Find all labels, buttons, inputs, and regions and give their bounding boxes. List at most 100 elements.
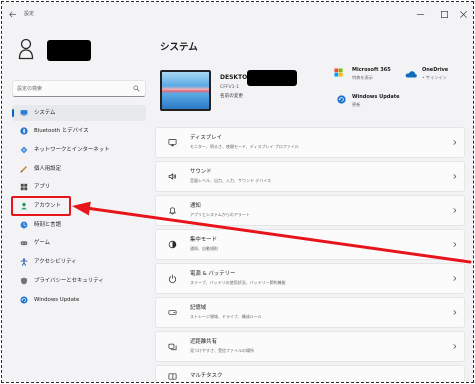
quick-link-onedrive[interactable]: OneDrive • サインイン [405,67,465,83]
close-icon[interactable] [459,10,468,19]
card-title: 電源 & バッテリー [190,271,236,277]
chevron-right-icon [453,140,457,145]
focus-icon [168,240,177,249]
sidebar-item-bluetooth[interactable]: Bluetooth とデバイス [12,123,146,139]
search-box[interactable] [12,80,146,97]
sidebar-item-apps[interactable]: アプリ [12,179,146,195]
card-subtitle: スリープ、バッテリの使用状況、バッテリー節約機能 [190,280,286,285]
sidebar-item-privacy[interactable]: プライバシーとセキュリティ [12,273,146,289]
user-avatar-icon[interactable] [18,38,34,60]
card-title: ディスプレイ [190,135,222,141]
device-model: CFFV1-1 [220,85,240,90]
settings-card-notifications[interactable]: 通知 アプリとシステムからのアラート [155,195,465,226]
page-title: システム [160,42,198,53]
settings-card-nearby-sharing[interactable]: 近距離共有 見つけやすさ、受信ファイルの場所 [155,331,465,362]
time-language-icon [20,221,28,229]
sidebar-item-label: プライバシーとセキュリティ [34,278,104,284]
back-arrow-icon[interactable] [8,10,17,19]
quick-link-subtitle: • サインイン [422,75,447,80]
card-subtitle: 通知、自動規則 [190,246,218,251]
accounts-icon [21,202,27,210]
redacted-user-name [47,40,91,61]
windows-update-icon [337,95,346,104]
window-title: 設定 [24,11,35,17]
onedrive-icon [405,71,417,78]
apps-icon [20,183,28,191]
sidebar-item-gaming[interactable]: ゲーム [12,235,146,251]
chevron-right-icon [453,310,457,315]
sidebar-item-label: ゲーム [34,240,51,246]
sidebar-item-label: システム [34,110,56,116]
card-subtitle: モニター、明るさ、夜間モード、ディスプレイ プロファイル [190,144,299,149]
sidebar-item-accounts[interactable]: アカウント [12,198,146,214]
search-input[interactable] [17,81,127,96]
title-bar: 設定 [2,2,473,26]
settings-card-multitasking[interactable]: マルチタスク [155,365,465,381]
sidebar-item-label: Bluetooth とデバイス [34,128,89,134]
sidebar-item-label: 時刻と言語 [34,222,61,228]
minimize-icon[interactable] [416,10,425,19]
card-title: サウンド [190,169,212,175]
desktop-wallpaper-thumbnail [160,70,211,111]
power-icon [168,274,177,283]
accessibility-icon [20,258,28,266]
chevron-right-icon [453,174,457,179]
quick-link-title: OneDrive [422,67,449,73]
quick-link-windows-update[interactable]: Windows Update 更新 [337,94,400,110]
sound-icon [168,173,176,180]
gaming-icon [20,241,28,246]
chevron-right-icon [453,242,457,247]
settings-card-power[interactable]: 電源 & バッテリー スリープ、バッテリの使用状況、バッテリー節約機能 [155,263,465,294]
sidebar-item-network[interactable]: ネットワークとインターネット [12,142,146,158]
quick-link-subtitle: 更新 [352,102,361,107]
settings-card-display[interactable]: ディスプレイ モニター、明るさ、夜間モード、ディスプレイ プロファイル [155,127,465,158]
quick-link-subtitle: 特典を表示 [352,75,373,80]
privacy-icon [20,277,28,285]
settings-screenshot: 設定 システム [0,0,475,384]
settings-card-sound[interactable]: サウンド 音量レベル、出力、入力、サウンド デバイス [155,161,465,192]
notifications-icon [169,207,176,215]
redacted-device-name [247,70,297,86]
sidebar: システム Bluetooth とデバイス ネットワークとインターネット 個人用設… [0,28,150,381]
bluetooth-icon [20,127,28,135]
chevron-right-icon [453,276,457,281]
settings-card-storage[interactable]: 記憶域 ストレージ領域、ドライブ、構成ルール [155,297,465,328]
sidebar-item-accessibility[interactable]: アクセシビリティ [12,254,146,270]
chevron-right-icon [453,344,457,349]
display-icon [168,138,177,147]
card-title: 記憶域 [190,305,207,311]
quick-link-title: Windows Update [352,94,400,100]
sidebar-item-windows-update[interactable]: Windows Update [12,292,146,308]
card-subtitle: 見つけやすさ、受信ファイルの場所 [190,348,254,353]
card-title: 通知 [190,203,201,209]
card-title: 近距離共有 [190,339,217,345]
sidebar-item-time-language[interactable]: 時刻と言語 [12,217,146,233]
search-icon[interactable] [133,85,140,92]
storage-icon [168,310,177,315]
rename-device-link[interactable]: 名前の変更 [220,94,243,100]
sidebar-item-label: Windows Update [34,297,80,303]
network-icon [20,146,28,154]
settings-card-focus[interactable]: 集中モード 通知、自動規則 [155,229,465,260]
personalization-icon [20,166,27,173]
system-icon [20,110,28,116]
maximize-icon[interactable] [440,10,449,19]
sidebar-item-personalization[interactable]: 個人用設定 [12,161,146,177]
sidebar-item-label: アカウント [34,203,61,209]
card-subtitle: 音量レベル、出力、入力、サウンド デバイス [190,178,272,183]
windows-update-icon [20,296,28,304]
chevron-right-icon [453,208,457,213]
multitasking-icon [168,373,177,380]
sidebar-item-label: 個人用設定 [34,166,61,172]
quick-link-microsoft-365[interactable]: Microsoft 365 特典を表示 [334,67,394,83]
nearby-sharing-icon [168,343,177,351]
sidebar-item-label: アプリ [34,184,51,190]
sidebar-item-label: ネットワークとインターネット [34,147,110,153]
card-title: マルチタスク [190,373,223,379]
microsoft-365-icon [334,68,343,77]
quick-link-title: Microsoft 365 [352,67,391,73]
selection-indicator [12,109,14,117]
main-content: システム DESKTOP CFFV1-1 名前の変更 Microsoft 365… [150,28,472,381]
card-subtitle: ストレージ領域、ドライブ、構成ルール [190,314,262,319]
sidebar-item-system[interactable]: システム [12,105,146,121]
